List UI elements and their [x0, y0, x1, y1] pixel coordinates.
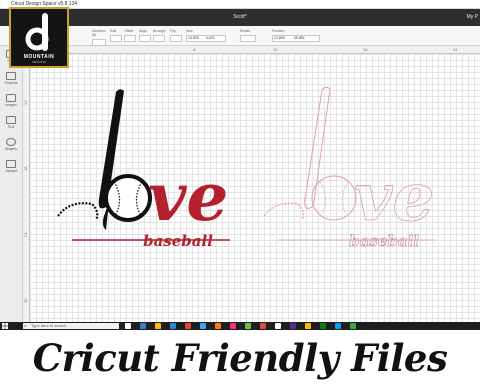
- ruler-tick: 6: [193, 47, 196, 52]
- logo-d-mark: [25, 13, 49, 51]
- canvas-artwork: ve baseball ve baseball: [57, 86, 436, 250]
- align-button[interactable]: Align: [139, 29, 151, 42]
- outline-baseball-text: baseball: [349, 232, 419, 250]
- search-icon: ⌕: [24, 323, 27, 328]
- position-fields[interactable]: Position 12.895 28.383: [272, 29, 320, 42]
- mail-icon[interactable]: [170, 323, 176, 329]
- shapes-icon: [6, 138, 16, 146]
- sidebar-item-projects[interactable]: Projects: [2, 72, 20, 85]
- project-name[interactable]: Scott*: [233, 9, 246, 26]
- windows-start-icon[interactable]: [2, 323, 8, 329]
- app-icon[interactable]: [275, 323, 281, 329]
- app-icon[interactable]: [290, 323, 296, 329]
- deselect-all-button[interactable]: Deselect All: [92, 29, 106, 46]
- photoshop-icon[interactable]: [200, 323, 206, 329]
- ruler-tick: 18: [363, 47, 368, 52]
- edit-button[interactable]: Edit: [110, 29, 122, 42]
- promo-caption: Cricut Friendly Files: [32, 336, 448, 380]
- arrange-button[interactable]: Arrange: [153, 29, 165, 42]
- app-window: Cricut Design Space v5.8.134 Scott* My P…: [0, 0, 480, 330]
- illustrator-icon[interactable]: [215, 323, 221, 329]
- baseball-text: baseball: [143, 232, 213, 250]
- baseball-graphic: [104, 174, 152, 222]
- position-x-value[interactable]: 12.895: [274, 36, 285, 40]
- love-baseball-design[interactable]: ve baseball: [57, 89, 230, 250]
- sidebar-item-upload[interactable]: Upload: [2, 160, 20, 173]
- file-explorer-icon[interactable]: [155, 323, 161, 329]
- chrome-icon[interactable]: [185, 323, 191, 329]
- love-baseball-outline-design[interactable]: ve baseball: [263, 86, 436, 250]
- app-icon[interactable]: [335, 323, 341, 329]
- edge-icon[interactable]: [140, 323, 146, 329]
- sidebar-item-images[interactable]: Images: [2, 94, 20, 107]
- text-icon: [6, 116, 16, 124]
- rotate-field[interactable]: Rotate: [240, 29, 256, 42]
- image-icon: [6, 94, 16, 102]
- design-canvas[interactable]: ve baseball ve baseball: [30, 54, 480, 322]
- windows-taskbar: ⌕ Type here to search: [0, 322, 480, 330]
- ruler-tick: 30: [23, 298, 28, 303]
- ruler-tick: 12: [273, 47, 278, 52]
- left-ruler: 12 18 24 30: [23, 53, 30, 322]
- sidebar-item-text[interactable]: Text: [2, 116, 20, 129]
- size-fields[interactable]: Size 14.833 4.623: [186, 29, 226, 42]
- task-view-icon[interactable]: [125, 323, 131, 329]
- upload-icon: [6, 160, 16, 168]
- love-text-ve: ve: [148, 158, 228, 236]
- flip-button[interactable]: Flip: [170, 29, 182, 42]
- ruler-tick: 12: [23, 100, 28, 105]
- size-width-value[interactable]: 14.833: [188, 36, 199, 40]
- ruler-tick: 24: [23, 232, 28, 237]
- header-bar: Scott* My P: [0, 9, 480, 26]
- offset-button[interactable]: Offset: [124, 29, 136, 42]
- edit-toolbar: Deselect All Edit Offset Align Arrange F…: [0, 26, 480, 46]
- outline-bat-graphic: [304, 86, 331, 209]
- outline-love-text-ve: ve: [354, 158, 434, 236]
- position-y-value[interactable]: 28.383: [294, 36, 305, 40]
- indesign-icon[interactable]: [230, 323, 236, 329]
- my-projects-link[interactable]: My P: [467, 9, 478, 26]
- top-ruler: 6 12 18 24: [23, 46, 480, 54]
- app-icon[interactable]: [305, 323, 311, 329]
- mountain-designs-logo: MOUNTAIN DESIGNS: [9, 7, 69, 68]
- cricut-app-icon[interactable]: [350, 323, 356, 329]
- sidebar-item-shapes[interactable]: Shapes: [2, 138, 20, 151]
- app-icon[interactable]: [245, 323, 251, 329]
- title-bar: Cricut Design Space v5.8.134: [0, 0, 480, 9]
- left-sidebar: New Projects Images Text Shapes Upload: [0, 46, 23, 322]
- outline-baseball-graphic: [311, 175, 357, 221]
- ruler-tick: 24: [453, 47, 458, 52]
- ruler-tick: 18: [23, 166, 28, 171]
- taskbar-search-box[interactable]: ⌕ Type here to search: [23, 323, 119, 329]
- size-height-value[interactable]: 4.623: [206, 36, 215, 40]
- app-icon[interactable]: [320, 323, 326, 329]
- projects-icon: [6, 72, 16, 80]
- app-icon[interactable]: [260, 323, 266, 329]
